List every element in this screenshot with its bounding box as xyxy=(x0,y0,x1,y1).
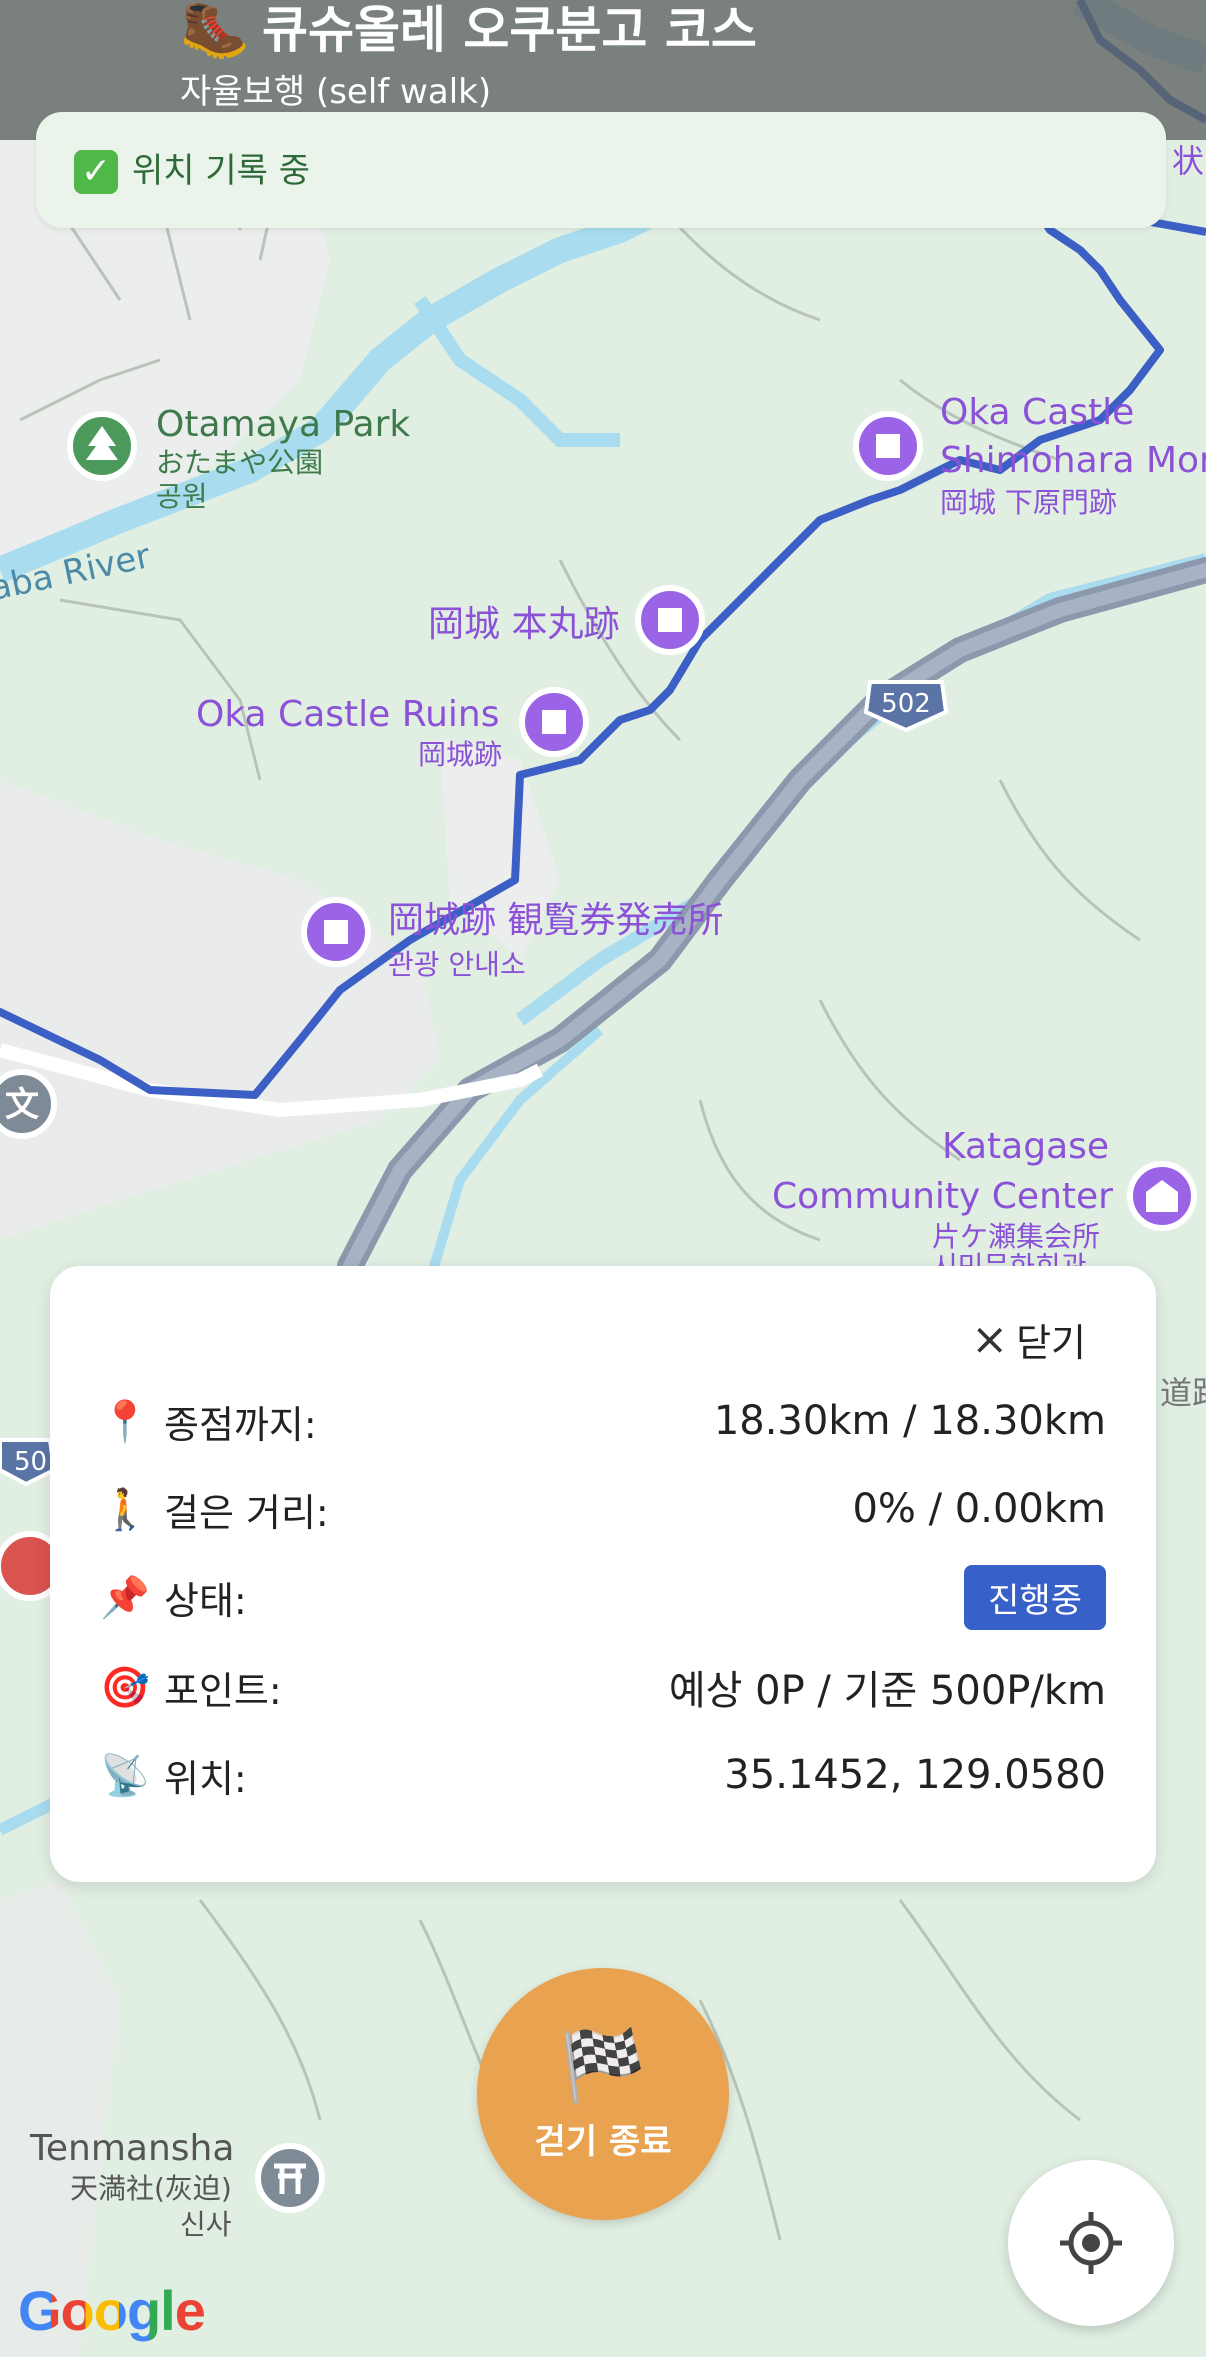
svg-text:Shimohara Mon: Shimohara Mon xyxy=(940,440,1206,481)
svg-text:Katagase: Katagase xyxy=(942,1126,1109,1167)
svg-text:文: 文 xyxy=(5,1085,39,1125)
info-row-location: 📡 위치: 35.1452, 129.0580 xyxy=(100,1740,1106,1810)
hiking-boot-icon: 🥾 xyxy=(180,0,250,62)
svg-text:신사: 신사 xyxy=(180,2208,232,2241)
park-marker-icon xyxy=(67,411,137,481)
poi-marker-icon xyxy=(635,585,705,655)
info-row-remaining: 📍 종점까지: 18.30km / 18.30km xyxy=(100,1386,1106,1456)
my-location-button[interactable] xyxy=(1008,2160,1174,2326)
check-mark-icon: ✓ xyxy=(74,150,118,194)
location-value: 35.1452, 129.0580 xyxy=(724,1752,1106,1798)
svg-text:岡城 下原門跡: 岡城 下原門跡 xyxy=(940,486,1117,519)
end-walk-button[interactable]: 🏁 걷기 종료 xyxy=(477,1968,729,2220)
crosshair-icon xyxy=(1060,2212,1122,2274)
school-marker-icon: 文 xyxy=(0,1069,57,1139)
location-recording-banner: ✓ 위치 기록 중 xyxy=(36,112,1166,228)
svg-text:502: 502 xyxy=(881,689,931,719)
points-value: 예상 0P / 기준 500P/km xyxy=(668,1668,1106,1714)
svg-text:관광 안내소: 관광 안내소 xyxy=(388,948,526,981)
banner-text: 위치 기록 중 xyxy=(132,151,311,191)
points-label: 포인트: xyxy=(164,1668,282,1713)
svg-text:岡城 本丸跡: 岡城 本丸跡 xyxy=(428,604,619,645)
info-row-walked: 🚶 걸은 거리: 0% / 0.00km xyxy=(100,1474,1106,1544)
info-row-status: 📌 상태: 진행중 xyxy=(100,1562,1106,1632)
course-title: 큐슈올레 오쿠분고 코스 xyxy=(262,1,757,59)
satellite-dish-icon: 📡 xyxy=(100,1752,150,1799)
svg-text:道路: 道路 xyxy=(1160,1374,1206,1412)
svg-text:Oka Castle: Oka Castle xyxy=(940,392,1134,433)
community-center-icon xyxy=(1127,1161,1197,1231)
google-logo-text: Google xyxy=(18,2279,206,2342)
close-icon: × xyxy=(971,1313,1009,1365)
svg-text:Otamaya Park: Otamaya Park xyxy=(156,404,410,445)
svg-text:片ケ瀬集会所: 片ケ瀬集会所 xyxy=(932,1220,1100,1253)
info-row-points: 🎯 포인트: 예상 0P / 기준 500P/km xyxy=(100,1652,1106,1722)
pin-icon: 📍 xyxy=(100,1398,150,1445)
svg-text:Community Center: Community Center xyxy=(772,1176,1113,1217)
svg-text:岡城跡: 岡城跡 xyxy=(418,738,502,771)
course-subtitle: 자율보행 (self walk) xyxy=(180,72,492,112)
remaining-value: 18.30km / 18.30km xyxy=(713,1398,1106,1444)
poi-marker-icon xyxy=(519,687,589,757)
svg-text:Oka Castle Ruins: Oka Castle Ruins xyxy=(196,694,500,735)
location-label: 위치: xyxy=(164,1756,247,1801)
status-badge: 진행중 xyxy=(964,1564,1106,1630)
checkered-flag-icon: 🏁 xyxy=(559,2024,647,2107)
end-walk-label: 걷기 종료 xyxy=(534,2121,672,2162)
poi-marker-icon xyxy=(301,897,371,967)
walked-value: 0% / 0.00km xyxy=(852,1486,1106,1532)
walker-icon: 🚶 xyxy=(100,1486,150,1533)
svg-text:天満社(灰迫): 天満社(灰迫) xyxy=(70,2172,232,2205)
google-logo: Google xyxy=(18,2278,206,2343)
svg-text:공원: 공원 xyxy=(156,480,208,513)
pushpin-icon: 📌 xyxy=(100,1574,150,1621)
svg-text:Tenmansha: Tenmansha xyxy=(29,2128,234,2169)
svg-text:50: 50 xyxy=(14,1447,47,1477)
shrine-marker-icon xyxy=(255,2143,325,2213)
status-label: 상태: xyxy=(164,1578,247,1623)
svg-text:おたまや公園: おたまや公園 xyxy=(156,446,323,479)
walk-info-card: × 닫기 📍 종점까지: 18.30km / 18.30km 🚶 걸은 거리: … xyxy=(50,1266,1156,1882)
close-button[interactable]: × 닫기 xyxy=(971,1312,1086,1367)
svg-text:岡城跡 観覧券発売所: 岡城跡 観覧券発売所 xyxy=(388,900,723,941)
svg-text:状: 状 xyxy=(1172,142,1204,180)
target-icon: 🎯 xyxy=(100,1664,150,1711)
poi-marker-icon xyxy=(853,411,923,481)
walked-label: 걸은 거리: xyxy=(164,1490,329,1535)
remaining-label: 종점까지: xyxy=(164,1402,317,1447)
close-label: 닫기 xyxy=(1016,1321,1086,1365)
